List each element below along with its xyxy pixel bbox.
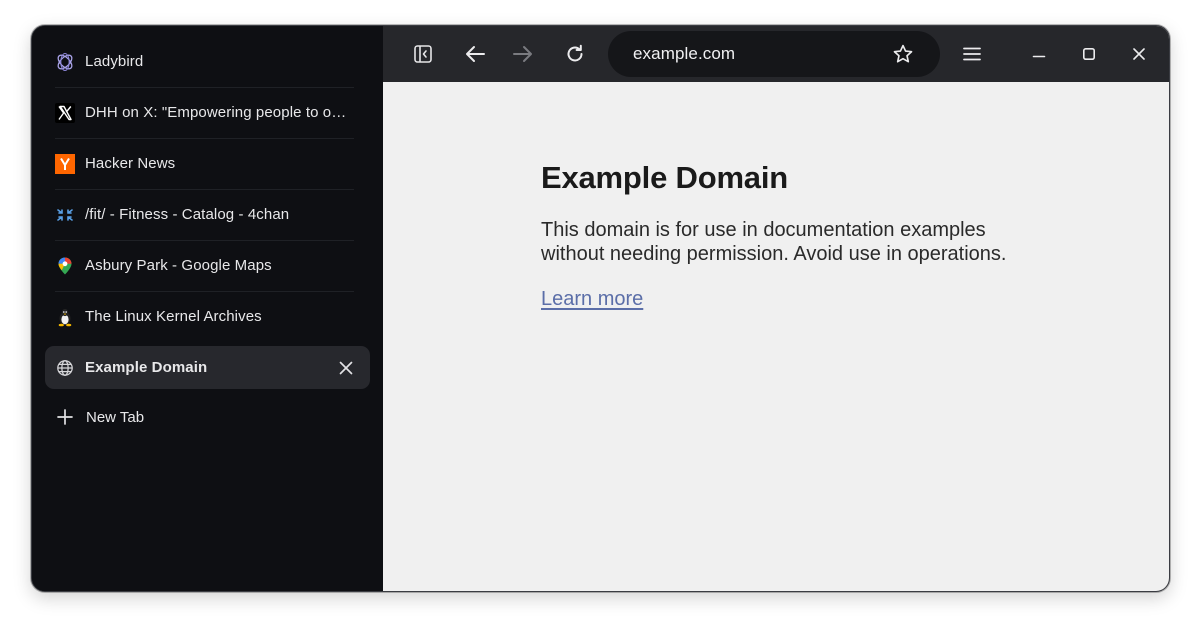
bookmark-star-icon[interactable] (892, 43, 914, 65)
toolbar: example.com (383, 26, 1169, 82)
address-bar[interactable]: example.com (608, 31, 940, 77)
page-title: Example Domain (541, 160, 789, 195)
4chan-icon (54, 204, 76, 226)
sidebar-toggle-icon[interactable] (409, 40, 437, 68)
close-tab-icon[interactable] (336, 358, 356, 378)
learn-more-link[interactable]: Learn more (541, 288, 643, 310)
main-area: example.com Example Domain This domain i… (383, 26, 1169, 591)
tab-label: /fit/ - Fitness - Catalog - 4chan (85, 206, 290, 223)
page-content: Example Domain This domain is for use in… (541, 160, 1021, 311)
plus-icon (56, 408, 74, 426)
back-arrow-icon[interactable] (461, 40, 489, 68)
globe-icon (54, 357, 76, 379)
new-tab-button[interactable]: New Tab (45, 393, 370, 441)
url-text: example.com (633, 44, 736, 63)
tab-label: DHH on X: "Empowering people to o… (85, 104, 347, 121)
close-window-icon[interactable] (1125, 40, 1153, 68)
tab-hacker-news[interactable]: Hacker News (45, 138, 370, 189)
tab-example-domain[interactable]: Example Domain (45, 346, 370, 389)
hacker-news-icon (54, 153, 76, 175)
tab-google-maps[interactable]: Asbury Park - Google Maps (45, 240, 370, 291)
tab-label: Asbury Park - Google Maps (85, 257, 272, 274)
page-paragraph: This domain is for use in documentation … (541, 219, 1007, 265)
menu-icon[interactable] (958, 40, 986, 68)
minimize-icon[interactable] (1025, 40, 1053, 68)
tab-kernel-archives[interactable]: The Linux Kernel Archives (45, 291, 370, 342)
tab-ladybird[interactable]: Ladybird (45, 36, 370, 87)
tab-label: Example Domain (85, 359, 208, 376)
maximize-icon[interactable] (1075, 40, 1103, 68)
reload-icon[interactable] (561, 40, 589, 68)
tab-label: Hacker News (85, 155, 176, 172)
x-logo-icon (54, 102, 76, 124)
ladybird-icon (54, 51, 76, 73)
tab-sidebar: Ladybird DHH on X: "Empowering people to… (32, 26, 383, 591)
tab-label: The Linux Kernel Archives (85, 308, 262, 325)
tab-label: Ladybird (85, 53, 144, 70)
new-tab-label: New Tab (86, 408, 145, 426)
tab-dhh-x[interactable]: DHH on X: "Empowering people to o… (45, 87, 370, 138)
forward-arrow-icon[interactable] (509, 40, 537, 68)
browser-window: Ladybird DHH on X: "Empowering people to… (31, 25, 1170, 592)
tab-4chan-fit[interactable]: /fit/ - Fitness - Catalog - 4chan (45, 189, 370, 240)
linux-tux-icon (54, 306, 76, 328)
google-maps-icon (54, 255, 76, 277)
